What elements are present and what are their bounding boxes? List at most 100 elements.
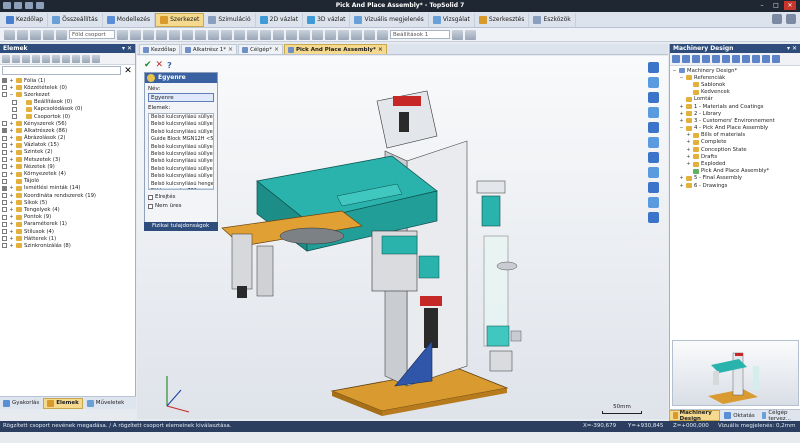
tool-icon[interactable] <box>299 29 310 40</box>
tree-item[interactable]: + Nézetek (9) <box>0 163 135 170</box>
tree-item[interactable]: + Ismétlési minták (14) <box>0 185 135 192</box>
tool-icon[interactable] <box>2 54 10 63</box>
list-item[interactable]: Belső kulcsnyílású süllyes... <box>149 158 213 165</box>
expand-icon[interactable]: + <box>9 200 14 206</box>
visibility-checkbox[interactable] <box>2 121 7 127</box>
tree-item[interactable]: Tájoló <box>0 178 135 185</box>
expand-icon[interactable]: + <box>9 85 14 91</box>
expand-icon[interactable]: + <box>9 214 14 220</box>
tree-item[interactable]: + Szinkronizálás (8) <box>0 242 135 249</box>
expand-icon[interactable]: + <box>686 147 691 153</box>
tool-icon[interactable] <box>169 29 180 40</box>
checkbox-icon[interactable] <box>148 203 153 209</box>
ribbon-tab[interactable]: Szerkesztés <box>475 12 530 27</box>
tool-icon[interactable] <box>712 55 720 63</box>
expand-icon[interactable]: + <box>679 118 684 124</box>
visibility-checkbox[interactable] <box>2 164 7 170</box>
tool-icon[interactable] <box>130 29 141 40</box>
visibility-checkbox[interactable] <box>12 114 17 120</box>
visibility-checkbox[interactable] <box>2 193 7 199</box>
close-button[interactable]: ✕ <box>784 1 796 10</box>
tool-icon[interactable] <box>702 55 710 63</box>
help-icon[interactable]: ? <box>167 61 172 70</box>
tool-icon[interactable] <box>32 54 40 63</box>
visibility-checkbox[interactable] <box>2 200 7 206</box>
visibility-checkbox[interactable] <box>2 236 7 242</box>
tool-icon[interactable] <box>43 29 54 40</box>
elements-list[interactable]: Belső kulcsnyílású süllyes...Belső kulcs… <box>148 113 214 190</box>
visibility-checkbox[interactable] <box>2 92 7 98</box>
visibility-checkbox[interactable] <box>2 171 7 177</box>
zoom-icon[interactable] <box>648 62 659 73</box>
tree-item[interactable]: + Közzétételek (0) <box>0 84 135 91</box>
expand-icon[interactable]: + <box>9 243 14 249</box>
close-tab-icon[interactable]: × <box>274 46 279 53</box>
fit-icon[interactable] <box>648 107 659 118</box>
tool-icon[interactable] <box>221 29 232 40</box>
visibility-checkbox[interactable] <box>2 128 7 134</box>
light-icon[interactable] <box>648 182 659 193</box>
measure-icon[interactable] <box>648 197 659 208</box>
tree-item[interactable]: Kapcsolódások (0) <box>0 106 135 113</box>
tool-icon[interactable] <box>672 55 680 63</box>
expand-icon[interactable]: + <box>679 183 684 189</box>
tree-item[interactable]: + Conception State <box>670 146 800 153</box>
visibility-checkbox[interactable] <box>2 178 7 184</box>
expand-icon[interactable]: + <box>9 229 14 235</box>
expand-icon[interactable]: + <box>679 111 684 117</box>
tree-item[interactable]: Pick And Place Assembly* <box>670 168 800 175</box>
tree-item[interactable]: +5 - Final Assembly <box>670 175 800 182</box>
ribbon-tab[interactable]: Kezdőlap <box>2 12 49 27</box>
visibility-checkbox[interactable] <box>2 207 7 213</box>
maximize-button[interactable]: □ <box>770 1 782 10</box>
tool-icon[interactable] <box>4 29 15 40</box>
expand-icon[interactable]: + <box>9 185 14 191</box>
visibility-checkbox[interactable] <box>2 149 7 155</box>
tool-icon[interactable] <box>182 29 193 40</box>
expand-icon[interactable]: + <box>9 121 14 127</box>
list-item[interactable]: Belső kulcsnyílású süllyes... <box>149 121 213 128</box>
tool-icon[interactable] <box>12 54 20 63</box>
document-tab[interactable]: Kezdőlap <box>139 44 180 54</box>
tool-icon[interactable] <box>260 29 271 40</box>
tool-icon[interactable] <box>72 54 80 63</box>
visibility-checkbox[interactable] <box>2 221 7 227</box>
tree-item[interactable]: Beállítások (0) <box>0 99 135 106</box>
tool-icon[interactable] <box>62 54 70 63</box>
tool-icon[interactable] <box>82 54 90 63</box>
tool-icon[interactable] <box>208 29 219 40</box>
expand-icon[interactable]: + <box>9 128 14 134</box>
pan-icon[interactable] <box>648 92 659 103</box>
options-icon[interactable] <box>786 14 796 24</box>
tree-item[interactable]: Csoportok (0) <box>0 113 135 120</box>
expand-icon[interactable]: + <box>9 164 14 170</box>
hide-checkbox[interactable]: Elrejtés <box>145 191 217 200</box>
tool-icon[interactable] <box>377 29 388 40</box>
tool-icon[interactable] <box>143 29 154 40</box>
view-icon[interactable] <box>648 122 659 133</box>
list-item[interactable]: Belső kulcsnyílású süllyes... <box>149 129 213 136</box>
panel-close-icon[interactable]: ▾ ✕ <box>787 44 797 53</box>
tree-item[interactable]: + Síkok (5) <box>0 199 135 206</box>
tool-icon[interactable] <box>452 29 463 40</box>
expand-icon[interactable]: − <box>9 92 14 98</box>
visibility-checkbox[interactable] <box>2 243 7 249</box>
close-tab-icon[interactable]: × <box>378 46 383 53</box>
expand-icon[interactable]: + <box>9 157 14 163</box>
tool-icon[interactable] <box>752 55 760 63</box>
tree-item[interactable]: + Koordináta rendszerek (19) <box>0 192 135 199</box>
list-item[interactable]: Belső kulcsnyílású süllyes... <box>149 144 213 151</box>
tree-item[interactable]: − Szerkezet <box>0 91 135 98</box>
list-item[interactable]: Belső kulcsnyílású süllyes... <box>149 166 213 173</box>
visibility-checkbox[interactable] <box>12 99 17 105</box>
tree-item[interactable]: + Paraméterek (1) <box>0 221 135 228</box>
tree-item[interactable]: Kedvencek <box>670 89 800 96</box>
tree-item[interactable]: +3 - Customers' Environnement <box>670 117 800 124</box>
clear-icon[interactable]: ✕ <box>123 66 133 76</box>
panel-tab[interactable]: Gyakorlás <box>0 398 42 409</box>
tool-icon[interactable] <box>286 29 297 40</box>
expand-icon[interactable]: + <box>9 221 14 227</box>
panel-tab[interactable]: Célgép tervez... <box>759 410 800 422</box>
tool-icon[interactable] <box>273 29 284 40</box>
tool-icon[interactable] <box>30 29 41 40</box>
